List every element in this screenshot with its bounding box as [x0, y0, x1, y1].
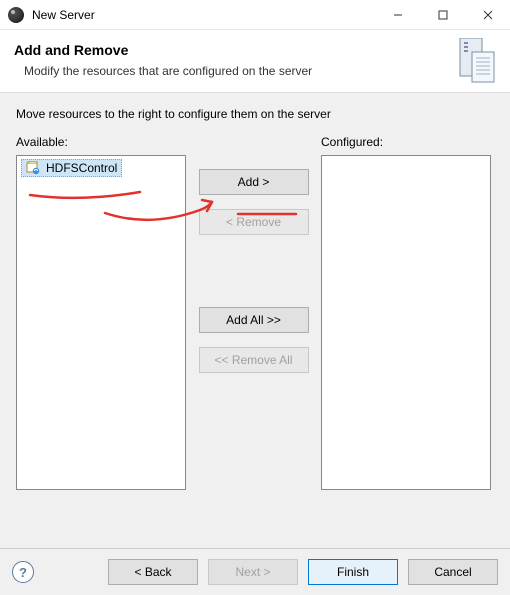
available-item-label: HDFSControl [46, 161, 117, 175]
add-button[interactable]: Add > [199, 169, 309, 195]
configured-label: Configured: [321, 135, 491, 149]
transfer-buttons: Add > < Remove Add All >> << Remove All [186, 135, 321, 387]
instruction-text: Move resources to the right to configure… [16, 107, 494, 121]
wizard-footer: ? < Back Next > Finish Cancel [0, 548, 510, 595]
wizard-banner: Add and Remove Modify the resources that… [0, 30, 510, 93]
close-button[interactable] [465, 0, 510, 29]
next-button: Next > [208, 559, 298, 585]
banner-heading: Add and Remove [14, 42, 496, 58]
available-listbox[interactable]: HDFSControl [16, 155, 186, 490]
cancel-button[interactable]: Cancel [408, 559, 498, 585]
maximize-button[interactable] [420, 0, 465, 29]
module-icon [26, 161, 40, 175]
add-all-button[interactable]: Add All >> [199, 307, 309, 333]
configured-column: Configured: [321, 135, 491, 490]
remove-all-button: << Remove All [199, 347, 309, 373]
window-controls [375, 0, 510, 29]
wizard-body: Move resources to the right to configure… [0, 93, 510, 500]
finish-button[interactable]: Finish [308, 559, 398, 585]
help-button[interactable]: ? [12, 561, 34, 583]
back-button[interactable]: < Back [108, 559, 198, 585]
available-label: Available: [16, 135, 186, 149]
configured-listbox[interactable] [321, 155, 491, 490]
available-column: Available: HDFSControl [16, 135, 186, 490]
minimize-button[interactable] [375, 0, 420, 29]
titlebar: New Server [0, 0, 510, 30]
eclipse-icon [8, 7, 24, 23]
available-item[interactable]: HDFSControl [21, 159, 122, 177]
remove-button: < Remove [199, 209, 309, 235]
server-icon [454, 38, 498, 86]
banner-subtitle: Modify the resources that are configured… [14, 64, 496, 78]
window-title: New Server [32, 8, 375, 22]
